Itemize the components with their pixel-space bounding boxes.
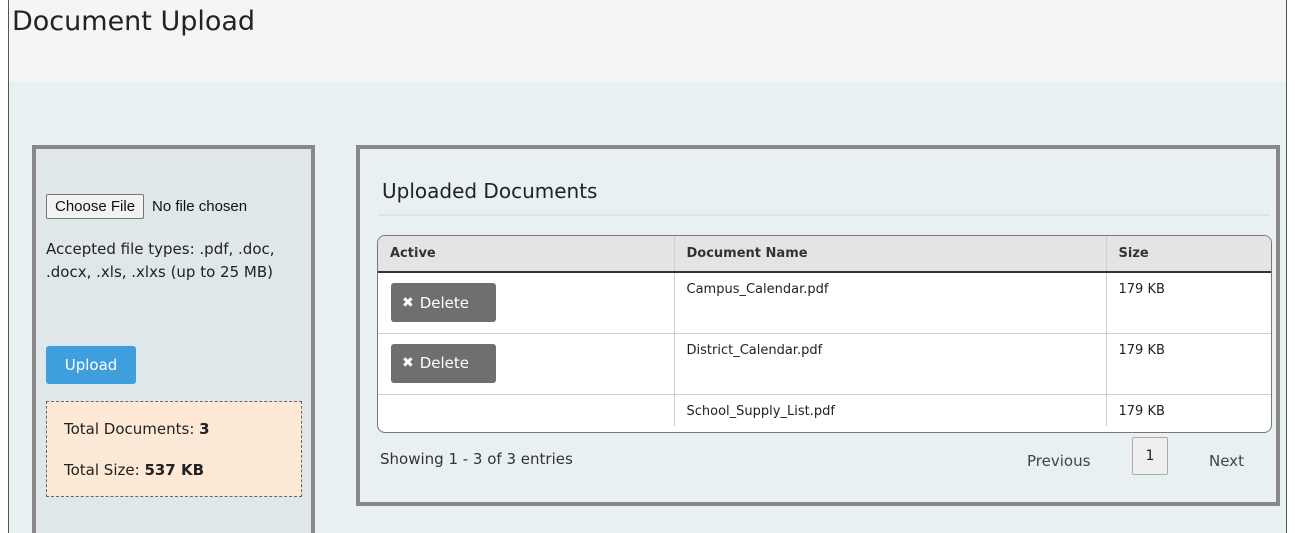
- total-documents-label: Total Documents:: [64, 420, 195, 438]
- accepted-file-types-text: Accepted file types: .pdf, .doc, .docx, …: [46, 240, 275, 281]
- active-cell: ✖ Delete: [378, 272, 674, 333]
- document-name-cell: Campus_Calendar.pdf: [673, 272, 1106, 333]
- total-size-label: Total Size:: [64, 461, 140, 479]
- total-size: Total Size: 537 KB: [64, 461, 204, 479]
- page-title: Document Upload: [12, 6, 256, 37]
- section-title: Uploaded Documents: [382, 179, 598, 203]
- table-row: ✖ Delete District_Calendar.pdf 179 KB: [378, 332, 1271, 394]
- total-documents-value: 3: [199, 420, 210, 438]
- totals-box: Total Documents: 3 Total Size: 537 KB: [46, 401, 302, 497]
- file-picker: Choose File No file chosen: [46, 194, 247, 219]
- file-status-text: No file chosen: [152, 198, 248, 215]
- size-cell: 179 KB: [1105, 393, 1271, 426]
- delete-button[interactable]: ✖ Delete: [391, 343, 496, 383]
- app-frame: Document Upload Choose File No file chos…: [8, 0, 1287, 533]
- active-cell: [378, 393, 674, 426]
- table-row: ✖ Delete Campus_Calendar.pdf 179 KB: [378, 272, 1271, 333]
- pagination-page-1[interactable]: 1: [1132, 437, 1168, 475]
- delete-button[interactable]: ✖ Delete: [391, 283, 496, 322]
- column-header-document-name[interactable]: Document Name: [673, 236, 1106, 273]
- document-name-cell: District_Calendar.pdf: [673, 332, 1106, 394]
- close-x-icon: ✖: [402, 294, 414, 311]
- table-header-row: Active Document Name Size: [378, 236, 1271, 273]
- pagination-previous[interactable]: Previous: [1027, 452, 1090, 470]
- entries-info: Showing 1 - 3 of 3 entries: [380, 450, 573, 468]
- uploaded-documents-panel: Uploaded Documents Active Document Name …: [356, 145, 1280, 506]
- column-header-active[interactable]: Active: [378, 236, 674, 273]
- column-header-size[interactable]: Size: [1105, 236, 1271, 273]
- delete-label: Delete: [419, 354, 470, 372]
- size-cell: 179 KB: [1105, 272, 1271, 333]
- choose-file-button[interactable]: Choose File: [46, 194, 145, 219]
- size-cell: 179 KB: [1105, 332, 1271, 394]
- total-documents: Total Documents: 3: [64, 420, 210, 438]
- upload-panel: Choose File No file chosen Accepted file…: [32, 145, 315, 533]
- delete-label: Delete: [419, 293, 470, 312]
- close-x-icon: ✖: [402, 355, 414, 371]
- upload-button[interactable]: Upload: [46, 346, 136, 384]
- page-header: Document Upload: [9, 0, 1286, 82]
- section-divider: [378, 214, 1270, 216]
- pagination-next[interactable]: Next: [1209, 452, 1244, 470]
- table-row: School_Supply_List.pdf 179 KB: [378, 393, 1271, 426]
- document-name-cell: School_Supply_List.pdf: [673, 393, 1106, 426]
- documents-table: Active Document Name Size ✖ Delete Campu…: [377, 235, 1272, 433]
- total-size-value: 537 KB: [144, 461, 205, 479]
- active-cell: ✖ Delete: [378, 332, 674, 394]
